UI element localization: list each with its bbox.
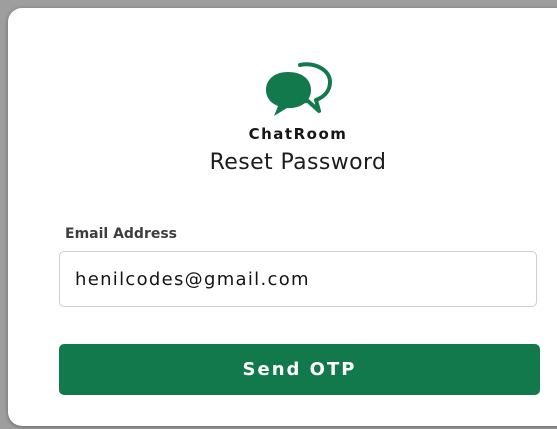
email-field[interactable] xyxy=(59,251,537,307)
email-label: Email Address xyxy=(65,226,178,242)
page-title: Reset Password xyxy=(209,150,387,175)
send-otp-button[interactable]: Send OTP xyxy=(59,344,540,395)
brand-name: ChatRoom xyxy=(248,125,348,143)
reset-password-card: ChatRoom Reset Password Email Address Se… xyxy=(8,8,557,426)
chat-bubbles-icon xyxy=(266,62,332,116)
